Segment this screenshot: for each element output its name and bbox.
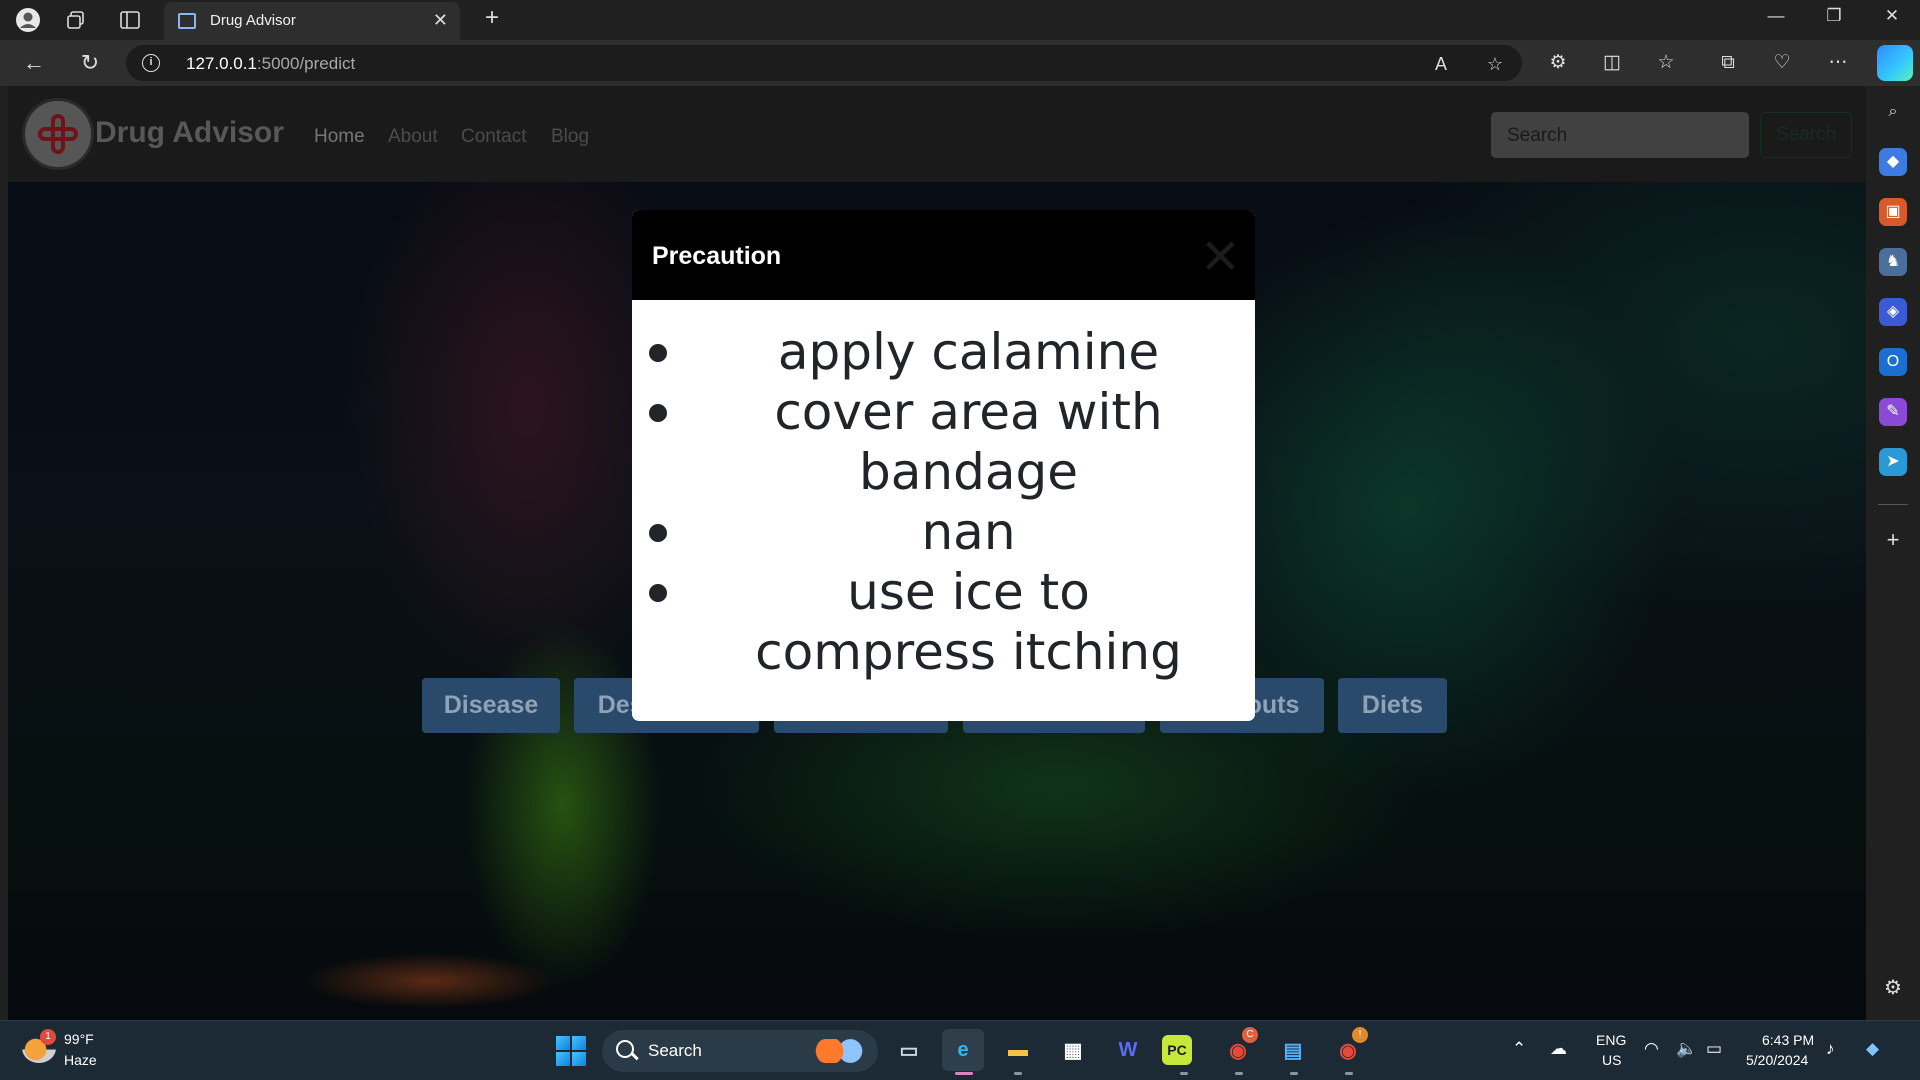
weather-condition[interactable]: Haze bbox=[64, 1052, 97, 1068]
restore-icon[interactable]: ❐ bbox=[1814, 6, 1854, 34]
tab-actions-icon[interactable] bbox=[114, 4, 146, 36]
clock-time[interactable]: 6:43 PM bbox=[1762, 1032, 1814, 1048]
store-icon[interactable]: ▦ bbox=[1052, 1029, 1094, 1071]
edge-icon[interactable]: e bbox=[942, 1029, 984, 1071]
read-aloud-icon[interactable]: A bbox=[1428, 51, 1454, 77]
favorites-icon[interactable]: ☆ bbox=[1650, 47, 1682, 79]
collections-icon[interactable]: ⧉ bbox=[1712, 47, 1744, 79]
search-icon[interactable]: ⌕ bbox=[1879, 98, 1907, 126]
modal-header: Precaution × bbox=[632, 210, 1255, 300]
close-icon[interactable]: × bbox=[1202, 223, 1239, 287]
list-item: apply calamine bbox=[632, 322, 1255, 382]
new-tab-icon[interactable]: + bbox=[476, 4, 508, 32]
explorer-indicator bbox=[1014, 1072, 1022, 1075]
outlook-icon[interactable]: O bbox=[1879, 348, 1907, 376]
precaution-text: nan bbox=[921, 503, 1016, 561]
bullet-icon bbox=[649, 584, 667, 602]
taskbar-search-label: Search bbox=[648, 1041, 702, 1060]
chrome-profile-indicator bbox=[1345, 1072, 1353, 1075]
address-bar[interactable]: i 127.0.0.1:5000/predict A ☆ bbox=[126, 45, 1522, 81]
list-item: use ice to compress itching bbox=[632, 562, 1255, 682]
back-arrow-icon[interactable]: ← bbox=[18, 47, 50, 79]
url-text[interactable]: 127.0.0.1:5000/predict bbox=[186, 54, 355, 74]
windows-taskbar: 1 99°F Haze Search ▭ e ▬ ▦ W PC ◉ C ▤ ◉ … bbox=[0, 1020, 1920, 1080]
taskbar-search[interactable]: Search bbox=[602, 1030, 878, 1072]
clock-date[interactable]: 5/20/2024 bbox=[1746, 1052, 1808, 1068]
search-highlight-icon bbox=[814, 1039, 866, 1063]
list-item: nan bbox=[632, 502, 1255, 562]
file-explorer-icon[interactable]: ▬ bbox=[997, 1029, 1039, 1071]
volume-icon[interactable]: 🔈 bbox=[1676, 1039, 1697, 1059]
bullet-icon bbox=[649, 404, 667, 422]
more-icon[interactable]: ⋯ bbox=[1822, 47, 1854, 79]
copilot-taskbar-icon[interactable]: ◆ bbox=[1866, 1039, 1879, 1059]
star-icon[interactable]: ☆ bbox=[1482, 51, 1508, 77]
info-icon[interactable]: i bbox=[142, 54, 160, 72]
wifi-icon[interactable]: ◠ bbox=[1644, 1039, 1659, 1059]
refresh-icon[interactable]: ↻ bbox=[74, 47, 106, 79]
pycharm-indicator bbox=[1180, 1072, 1188, 1075]
close-window-icon[interactable]: ✕ bbox=[1872, 6, 1912, 34]
tools-icon[interactable]: ▣ bbox=[1879, 198, 1907, 226]
search-icon bbox=[616, 1040, 634, 1058]
weather-badge: 1 bbox=[40, 1029, 56, 1045]
browser-tab-strip: Drug Advisor ✕ + — ❐ ✕ bbox=[0, 0, 1920, 40]
browser-toolbar: ← ↻ i 127.0.0.1:5000/predict A ☆ ⚙ ◫ ☆ ⧉… bbox=[0, 40, 1920, 86]
chrome-badge: C bbox=[1242, 1027, 1258, 1043]
windows-start-icon[interactable] bbox=[556, 1036, 586, 1066]
modal-title: Precaution bbox=[652, 242, 782, 270]
add-icon[interactable]: + bbox=[1879, 526, 1907, 554]
minimize-icon[interactable]: — bbox=[1756, 6, 1796, 34]
copilot-sidebar-icon[interactable]: ◈ bbox=[1879, 298, 1907, 326]
modal-body: apply calamine cover area with bandage n… bbox=[632, 300, 1255, 721]
pycharm-icon[interactable]: PC bbox=[1162, 1035, 1192, 1065]
chrome-indicator bbox=[1235, 1072, 1243, 1075]
shopping-tag-icon[interactable]: ◆ bbox=[1879, 148, 1907, 176]
puzzle-icon[interactable]: ⚙ bbox=[1542, 47, 1574, 79]
section-button-diets[interactable]: Diets bbox=[1338, 678, 1447, 733]
precaution-modal: Precaution × apply calamine cover area w… bbox=[632, 210, 1255, 721]
precaution-text: cover area with bandage bbox=[774, 383, 1163, 501]
url-host: 127.0.0.1 bbox=[186, 54, 257, 73]
battery-icon[interactable]: ▭ bbox=[1706, 1039, 1722, 1059]
tab-title: Drug Advisor bbox=[210, 12, 296, 29]
list-item: cover area with bandage bbox=[632, 382, 1255, 502]
bullet-icon bbox=[649, 344, 667, 362]
send-icon[interactable]: ➤ bbox=[1879, 448, 1907, 476]
webex-icon[interactable]: W bbox=[1107, 1029, 1149, 1071]
chevron-up-icon[interactable]: ⌃ bbox=[1512, 1039, 1526, 1059]
url-path: :5000/predict bbox=[256, 54, 356, 73]
profile-icon[interactable] bbox=[12, 4, 44, 36]
section-button-disease[interactable]: Disease bbox=[422, 678, 560, 733]
precaution-text: apply calamine bbox=[777, 323, 1160, 381]
onedrive-icon[interactable]: ☁ bbox=[1550, 1039, 1567, 1059]
weather-temperature[interactable]: 99°F bbox=[64, 1031, 94, 1047]
browser-essentials-icon[interactable]: ♡ bbox=[1766, 47, 1798, 79]
copilot-icon[interactable] bbox=[1877, 45, 1913, 81]
page-viewport: Drug Advisor Home About Contact Blog Sea… bbox=[8, 86, 1866, 1020]
edge-active-indicator bbox=[955, 1072, 973, 1075]
precaution-text: use ice to compress itching bbox=[755, 563, 1182, 681]
browser-sidebar: ⌕ ◆ ▣ ♞ ◈ O ✎ ➤ + ⚙ bbox=[1866, 86, 1920, 1020]
bell-icon[interactable]: ♪ bbox=[1826, 1039, 1835, 1059]
precaution-list: apply calamine cover area with bandage n… bbox=[632, 300, 1255, 682]
sidebar-divider bbox=[1878, 504, 1908, 505]
language-line2[interactable]: US bbox=[1602, 1052, 1621, 1068]
split-screen-icon[interactable]: ◫ bbox=[1596, 47, 1628, 79]
language-line1[interactable]: ENG bbox=[1596, 1032, 1626, 1048]
notepad-indicator bbox=[1290, 1072, 1298, 1075]
designer-icon[interactable]: ✎ bbox=[1879, 398, 1907, 426]
chrome-profile-badge: ! bbox=[1352, 1027, 1368, 1043]
task-view-icon[interactable]: ▭ bbox=[888, 1029, 930, 1071]
workspaces-icon[interactable] bbox=[60, 4, 92, 36]
notepad-icon[interactable]: ▤ bbox=[1272, 1029, 1314, 1071]
gear-icon[interactable]: ⚙ bbox=[1879, 974, 1907, 1002]
tab-favicon-icon bbox=[178, 13, 196, 29]
games-icon[interactable]: ♞ bbox=[1879, 248, 1907, 276]
bullet-icon bbox=[649, 524, 667, 542]
active-tab[interactable]: Drug Advisor ✕ bbox=[164, 2, 460, 40]
tab-close-icon[interactable]: ✕ bbox=[433, 10, 448, 31]
